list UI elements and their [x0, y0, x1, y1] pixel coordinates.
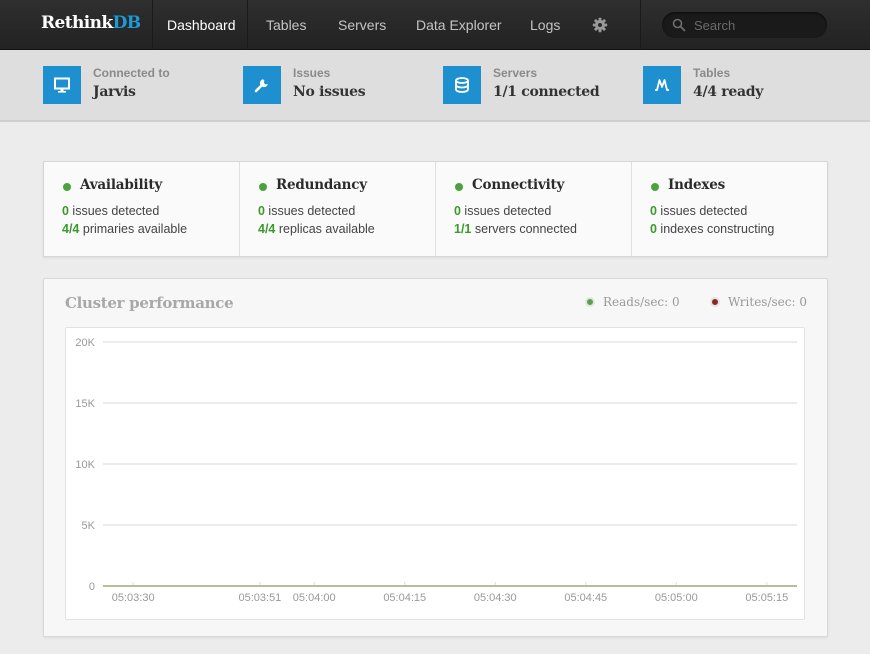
reads-legend-dot [585, 297, 595, 307]
writes-legend-dot [710, 297, 720, 307]
x-tick-label: 05:05:15 [745, 592, 788, 604]
brand-accent: DB [112, 13, 142, 33]
health-title: Redundancy [276, 177, 367, 193]
status-label: Servers [493, 66, 538, 80]
detail-count: 4/4 [258, 222, 276, 236]
performance-title: Cluster performance [65, 294, 234, 312]
status-label: Issues [293, 66, 331, 80]
health-issues-line: 0 issues detected [62, 204, 159, 218]
x-tick-label: 05:04:15 [383, 592, 426, 604]
issue-count: 0 [454, 204, 461, 218]
detail-text: primaries available [79, 222, 188, 236]
status-value[interactable]: No issues [293, 84, 366, 100]
health-title: Connectivity [472, 177, 565, 193]
nav-dashboard[interactable]: Dashboard [167, 17, 236, 33]
search-input[interactable] [694, 16, 814, 34]
detail-count: 0 [650, 222, 657, 236]
status-ok-dot [651, 183, 659, 191]
cluster-health-panel: Availability 0 issues detected 4/4 prima… [43, 161, 828, 257]
issue-count: 0 [258, 204, 265, 218]
gear-icon[interactable] [592, 17, 608, 33]
health-detail-line: 4/4 replicas available [258, 222, 375, 236]
issue-text: issues detected [264, 204, 356, 218]
status-value[interactable]: 1/1 connected [493, 84, 600, 100]
performance-chart: 0 5K 10K 15K 20K 05:03:30 05:03:51 05:04:00 05:0… [65, 327, 805, 620]
x-tick-label: 05:05:00 [655, 592, 698, 604]
x-tick-label: 05:04:00 [293, 592, 336, 604]
legend-reads: Reads/sec: 0 [585, 295, 680, 309]
reads-legend-label: Reads/sec: 0 [603, 295, 680, 309]
chart-svg: 0 5K 10K 15K 20K 05:03:30 05:03:51 05:04:00 05:0… [75, 337, 797, 604]
status-label: Connected to [93, 66, 170, 80]
health-title: Availability [80, 177, 163, 193]
detail-text: servers connected [471, 222, 577, 236]
x-tick-label: 05:04:30 [474, 592, 517, 604]
status-ok-dot [259, 183, 267, 191]
status-value[interactable]: Jarvis [93, 84, 136, 100]
wrench-icon [243, 66, 281, 104]
health-issues-line: 0 issues detected [454, 204, 551, 218]
health-detail-line: 1/1 servers connected [454, 222, 577, 236]
issue-count: 0 [650, 204, 657, 218]
cluster-performance-panel: Cluster performance Reads/sec: 0 Writes/… [43, 278, 828, 637]
detail-count: 1/1 [454, 222, 472, 236]
nav-data-explorer[interactable]: Data Explorer [416, 17, 502, 33]
tables-peak-icon [643, 66, 681, 104]
health-indexes: Indexes 0 issues detected 0 indexes cons… [632, 162, 827, 256]
detail-count: 4/4 [62, 222, 80, 236]
health-detail-line: 4/4 primaries available [62, 222, 187, 236]
health-detail-line: 0 indexes constructing [650, 222, 774, 236]
rethinkdb-logo[interactable]: RethinkDB [41, 13, 142, 33]
status-label: Tables [693, 66, 731, 80]
issue-text: issues detected [460, 204, 552, 218]
y-tick-label: 5K [82, 520, 96, 532]
detail-text: indexes constructing [656, 222, 775, 236]
issue-text: issues detected [656, 204, 748, 218]
search-icon [672, 18, 686, 32]
database-icon [443, 66, 481, 104]
detail-text: replicas available [275, 222, 375, 236]
nav-logs[interactable]: Logs [530, 17, 560, 33]
nav-divider [640, 0, 641, 50]
brand-main: Rethink [41, 13, 113, 33]
health-title: Indexes [668, 177, 725, 193]
y-tick-label: 15K [75, 398, 95, 410]
health-issues-line: 0 issues detected [258, 204, 355, 218]
nav-divider [152, 0, 153, 50]
x-tick-label: 05:03:30 [112, 592, 155, 604]
status-value[interactable]: 4/4 ready [693, 84, 763, 100]
y-tick-label: 10K [75, 459, 95, 471]
x-tick-label: 05:04:45 [564, 592, 607, 604]
x-tick-label: 05:03:51 [238, 592, 281, 604]
top-navbar: RethinkDB Dashboard Tables Servers Data … [0, 0, 870, 50]
nav-divider [247, 0, 248, 50]
monitor-icon [43, 66, 81, 104]
issue-count: 0 [62, 204, 69, 218]
nav-tables[interactable]: Tables [266, 17, 306, 33]
nav-servers[interactable]: Servers [338, 17, 386, 33]
search-box[interactable] [662, 12, 827, 38]
health-connectivity: Connectivity 0 issues detected 1/1 serve… [436, 162, 632, 256]
legend-writes: Writes/sec: 0 [710, 295, 807, 309]
y-tick-label: 0 [89, 581, 95, 593]
health-availability: Availability 0 issues detected 4/4 prima… [44, 162, 240, 256]
status-ok-dot [63, 183, 71, 191]
y-tick-label: 20K [75, 337, 95, 349]
writes-legend-label: Writes/sec: 0 [728, 295, 807, 309]
health-redundancy: Redundancy 0 issues detected 4/4 replica… [240, 162, 436, 256]
health-issues-line: 0 issues detected [650, 204, 747, 218]
status-ok-dot [455, 183, 463, 191]
issue-text: issues detected [68, 204, 160, 218]
cluster-status-bar: Connected to Jarvis Issues No issues Ser… [0, 50, 870, 122]
